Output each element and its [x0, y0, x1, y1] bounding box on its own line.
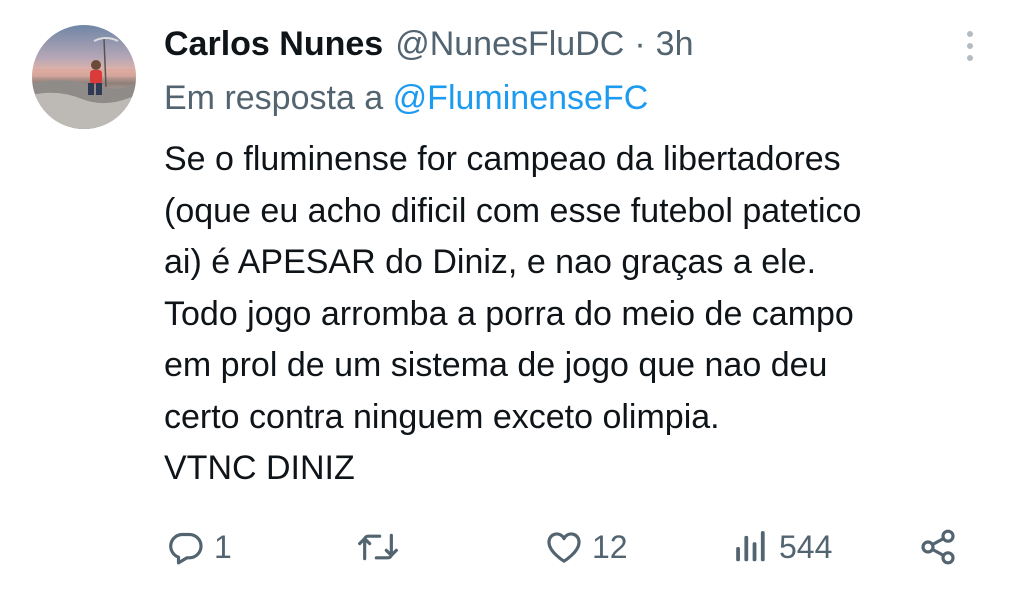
- like-button[interactable]: 12: [544, 522, 628, 572]
- share-icon: [918, 527, 958, 567]
- like-count: 12: [592, 528, 628, 565]
- share-button[interactable]: [918, 522, 958, 572]
- reply-mention-link[interactable]: @FluminenseFC: [393, 79, 649, 117]
- tweet-timestamp[interactable]: 3h: [656, 20, 694, 68]
- reply-context: Em resposta a @FluminenseFC: [164, 75, 648, 121]
- tweet[interactable]: Carlos Nunes @NunesFluDC · 3h Em respost…: [0, 0, 1024, 597]
- tweet-header: Carlos Nunes @NunesFluDC · 3h: [164, 20, 693, 68]
- tweet-text-line: (oque eu acho dificil com esse futebol p…: [164, 191, 862, 230]
- views-button[interactable]: 544: [733, 522, 832, 572]
- tweet-text-line: Se o fluminense for campeao da libertado…: [164, 140, 841, 178]
- author-name[interactable]: Carlos Nunes: [164, 20, 383, 68]
- tweet-text-line: ai) é APESAR do Diniz, e nao graças a el…: [164, 243, 817, 281]
- reply-icon: [166, 527, 206, 567]
- more-vertical-icon[interactable]: [955, 26, 985, 66]
- avatar[interactable]: [32, 25, 136, 129]
- author-handle[interactable]: @NunesFluDC: [395, 20, 624, 68]
- tweet-text: Se o fluminense for campeao da libertado…: [164, 134, 1004, 495]
- reply-button[interactable]: 1: [166, 522, 232, 572]
- tweet-text-line: VTNC DINIZ: [164, 449, 355, 487]
- tweet-text-line: Todo jogo arromba a porra do meio de cam…: [164, 294, 854, 333]
- retweet-icon: [356, 527, 400, 567]
- tweet-actions: 1 12 544: [0, 522, 1024, 572]
- header-separator: ·: [634, 25, 646, 63]
- views-icon: [733, 527, 771, 567]
- retweet-button[interactable]: [356, 522, 408, 572]
- heart-icon: [544, 527, 584, 567]
- tweet-text-line: certo contra ninguem exceto olimpia.: [164, 397, 720, 436]
- tweet-text-line: em prol de um sistema de jogo que nao de…: [164, 346, 828, 384]
- reply-prefix: Em resposta a: [164, 79, 384, 117]
- views-count: 544: [779, 528, 833, 565]
- avatar-photo: [32, 37, 136, 129]
- reply-count: 1: [214, 528, 232, 565]
